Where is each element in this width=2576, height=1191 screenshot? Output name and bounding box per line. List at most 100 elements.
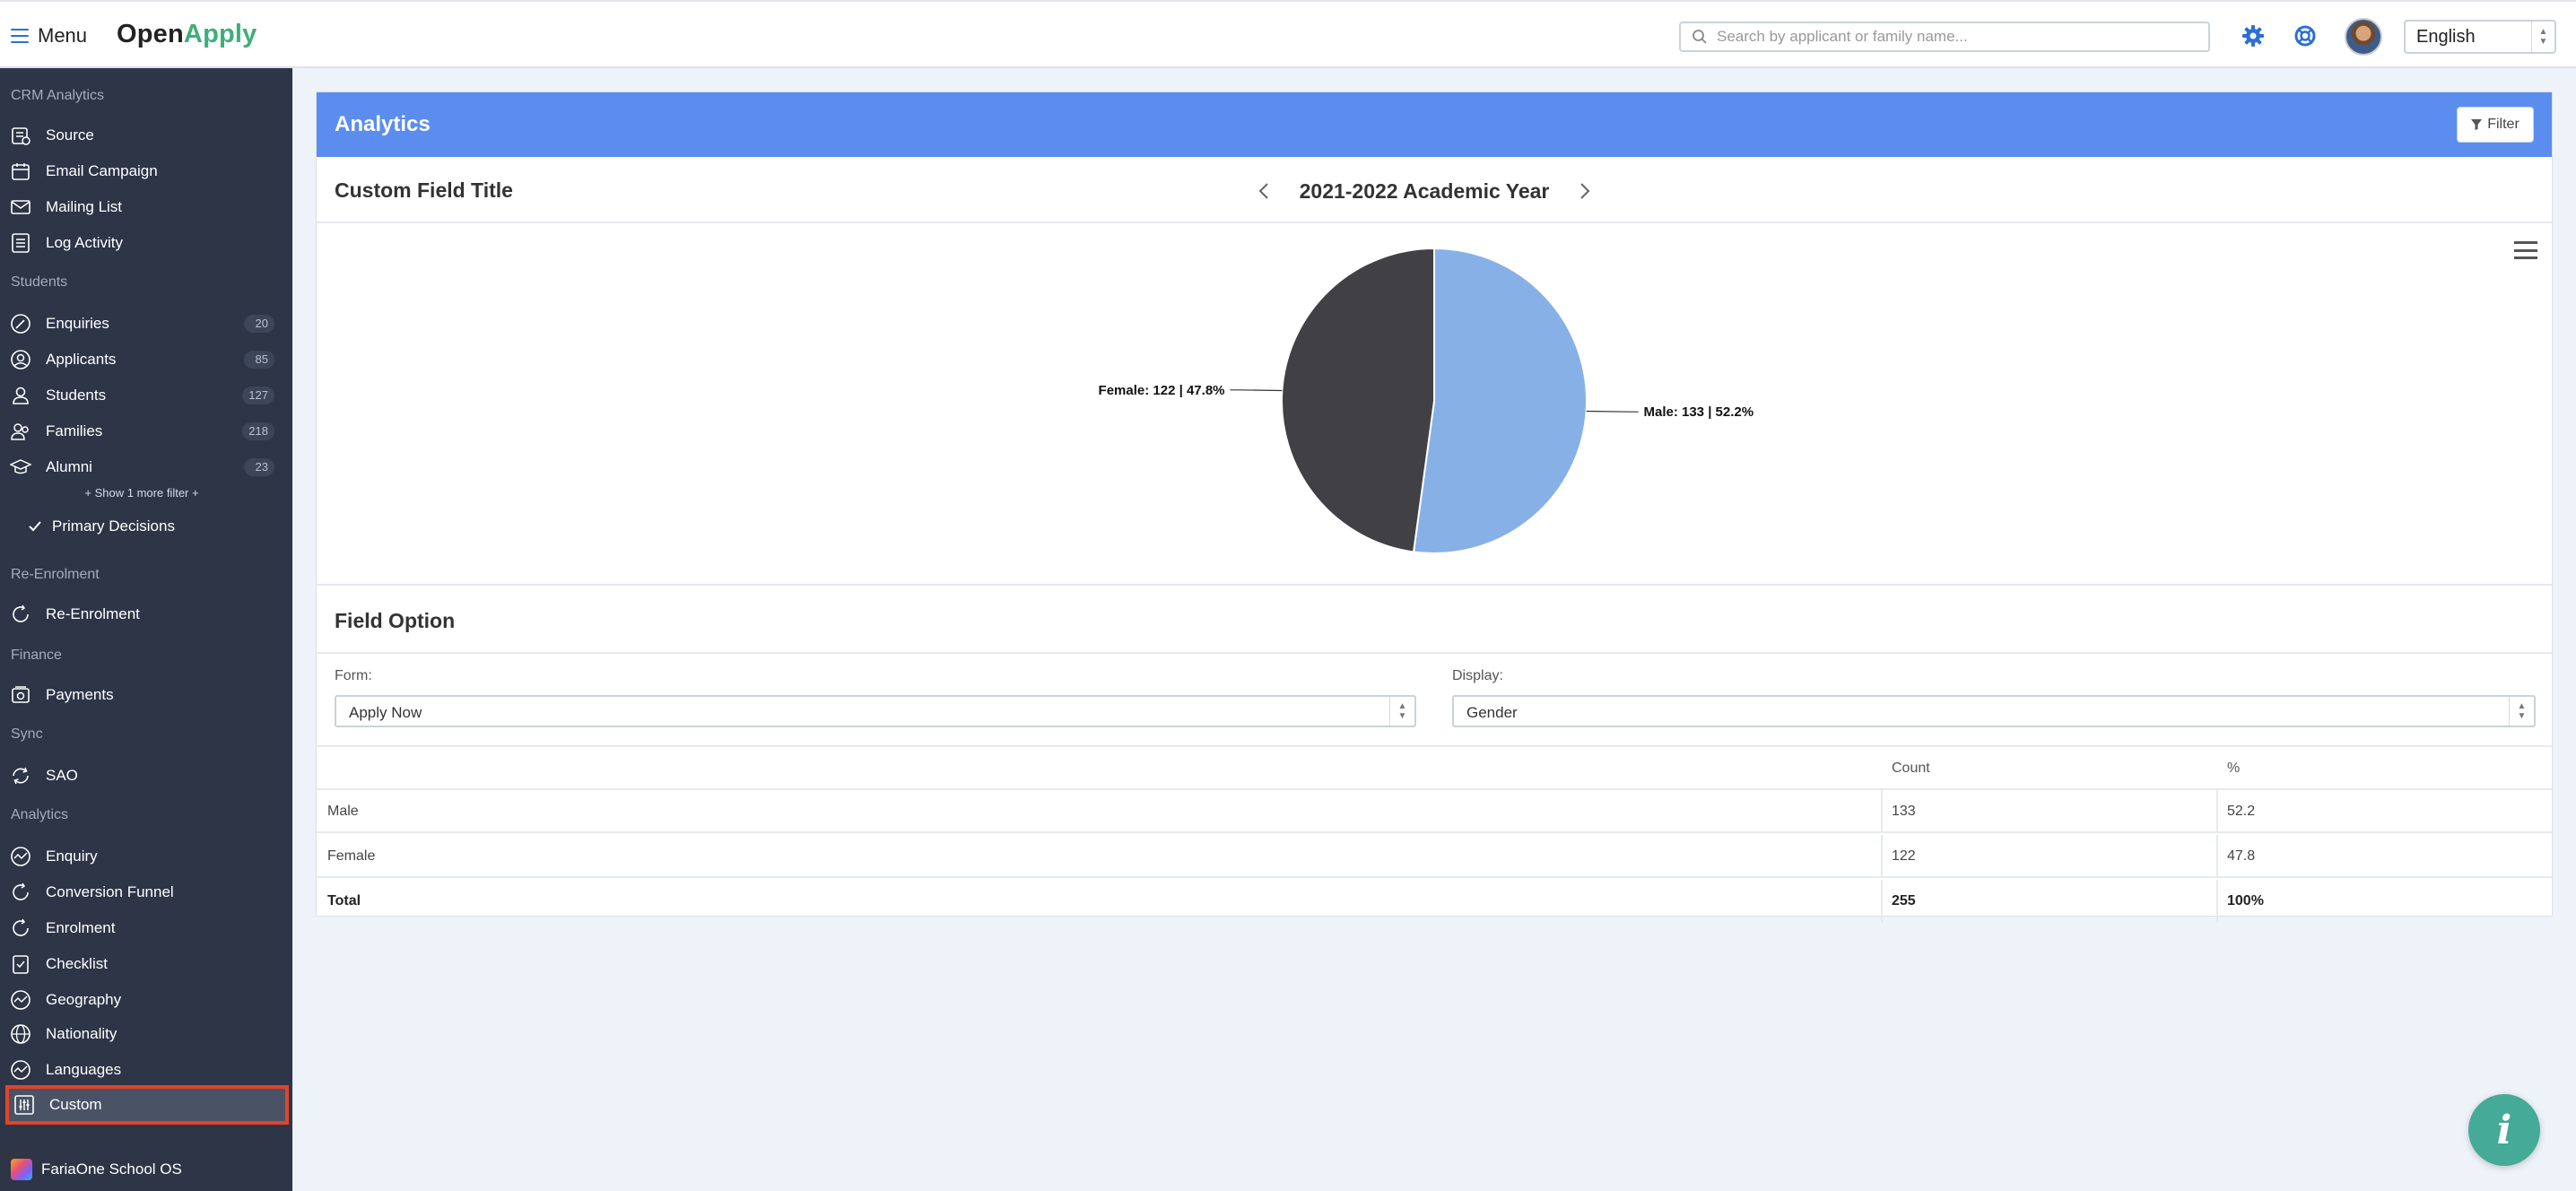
chevron-left-icon[interactable] [1253,178,1275,204]
checklist-icon [9,952,32,976]
sidebar-item-custom[interactable]: Custom [5,1085,289,1125]
section-sync: Sync [11,726,43,742]
row-percent: 52.2 [2227,804,2256,819]
fariaone-link[interactable]: FariaOne School OS [11,1159,182,1180]
sidebar-item-applicants[interactable]: Applicants 85 [0,343,292,377]
section-crm-analytics: CRM Analytics [11,88,105,103]
refresh-icon [9,917,32,940]
table-header-row: Count % [317,747,2552,790]
row-percent: 47.8 [2227,848,2256,864]
family-icon [9,420,32,443]
sidebar-item-checklist[interactable]: Checklist [0,947,292,981]
sidebar-item-label: Log Activity [46,234,123,251]
sidebar: CRM Analytics Source Email Campaign Mail… [0,68,292,1191]
fariaone-logo-icon [11,1159,32,1180]
sidebar-item-sao[interactable]: SAO [0,759,292,793]
sidebar-item-label: Source [46,126,94,143]
globe-icon [9,1022,32,1046]
sidebar-item-alumni[interactable]: Alumni 23 [0,450,292,484]
sliders-icon [13,1093,36,1117]
avatar[interactable] [2345,18,2382,56]
pie-chart-area: Male: 133 | 52.2% Female: 122 | 47.8% [317,223,2552,586]
select-arrows-icon: ▲ ▼ [2531,22,2554,52]
gear-icon[interactable] [2241,23,2266,48]
sidebar-item-label: Applicants [46,351,117,368]
user-circle-icon [9,348,32,371]
sidebar-item-label: Languages [46,1061,122,1078]
chart-menu-icon[interactable] [2514,241,2537,259]
sidebar-item-label: Enquiries [46,315,109,332]
sidebar-item-geography[interactable]: Geography [0,983,292,1017]
sidebar-item-primary-decisions[interactable]: Primary Decisions [0,509,292,543]
filter-icon [2471,119,2483,130]
pie-label-connector [1230,389,1283,392]
count-badge: 85 [244,351,274,369]
refresh-icon [9,603,32,626]
panel-header: Analytics Filter [317,92,2552,157]
academic-year-nav: 2021-2022 Academic Year [1253,177,1596,205]
field-option-header: Field Option [317,586,2552,654]
section-re-enrolment: Re-Enrolment [11,567,100,582]
custom-field-header: Custom Field Title 2021-2022 Academic Ye… [317,157,2552,223]
form-select[interactable]: Apply Now ▲ ▼ [335,695,1416,727]
sidebar-item-students[interactable]: Students 127 [0,378,292,413]
chevron-right-icon[interactable] [1574,178,1596,204]
sidebar-item-payments[interactable]: Payments [0,678,292,712]
pie-slice-male[interactable] [1412,247,1588,554]
mail-icon [9,196,32,219]
search-icon [1693,30,1707,44]
payment-icon [9,683,32,707]
sidebar-item-label: Re-Enrolment [46,605,140,622]
count-badge: 20 [244,315,274,333]
select-arrows-icon: ▲ ▼ [2509,697,2534,726]
total-count: 255 [1892,893,1916,908]
sidebar-item-conversion-funnel[interactable]: Conversion Funnel [0,875,292,909]
logo-apply-text: Apply [183,20,257,48]
row-label: Male [327,804,359,819]
sidebar-item-nationality[interactable]: Nationality [0,1017,292,1051]
search-box[interactable] [1679,22,2210,52]
display-select-value: Gender [1466,704,1518,721]
graduation-icon [9,456,32,479]
sidebar-item-re-enrolment[interactable]: Re-Enrolment [0,597,292,631]
display-select[interactable]: Gender ▲ ▼ [1452,695,2536,727]
chart-line-icon [9,988,32,1012]
sidebar-item-enquiry[interactable]: Enquiry [0,839,292,874]
sidebar-item-email-campaign[interactable]: Email Campaign [0,154,292,188]
menu-label: Menu [38,24,88,47]
info-button[interactable]: i [2468,1094,2540,1166]
table-row: Female 122 47.8 [317,835,2552,878]
search-input[interactable] [1717,28,2183,46]
sidebar-item-languages[interactable]: Languages [0,1053,292,1087]
fariaone-label: FariaOne School OS [41,1161,182,1178]
language-select[interactable]: English ▲ ▼ [2404,20,2556,54]
sidebar-item-enquiries[interactable]: Enquiries 20 [0,307,292,341]
sidebar-item-families[interactable]: Families 218 [0,414,292,448]
row-count: 122 [1892,848,1916,864]
count-badge: 218 [242,422,274,440]
show-more-filter-link[interactable]: + Show 1 more filter + [0,486,283,500]
menu-button[interactable]: Menu [11,22,87,50]
pie-slice-female[interactable] [1281,247,1435,553]
sidebar-item-mailing-list[interactable]: Mailing List [0,190,292,224]
table-row: Male 133 52.2 [317,790,2552,833]
section-analytics: Analytics [11,807,69,822]
filter-button[interactable]: Filter [2457,107,2534,143]
count-badge: 127 [242,387,274,404]
sidebar-item-label: Enquiry [46,848,98,865]
sidebar-item-log-activity[interactable]: Log Activity [0,226,292,260]
top-bar: Menu OpenApply English ▲▼ [0,0,2576,68]
sidebar-item-label: Custom [49,1096,102,1113]
sidebar-item-source[interactable]: Source [0,118,292,152]
logo-open-text: Open [117,20,184,48]
page-title: Analytics [335,112,431,136]
data-table: Count % Male 133 52.2 Female 122 47.8 To… [317,745,2552,923]
language-value: English [2416,27,2476,47]
help-lifebuoy-icon[interactable] [2293,23,2318,48]
academic-year-label: 2021-2022 Academic Year [1299,178,1550,203]
openapply-logo[interactable]: OpenApply [117,20,257,49]
sidebar-item-enrolment[interactable]: Enrolment [0,911,292,945]
section-finance: Finance [11,648,62,663]
check-icon [23,515,47,538]
total-label: Total [327,893,361,908]
